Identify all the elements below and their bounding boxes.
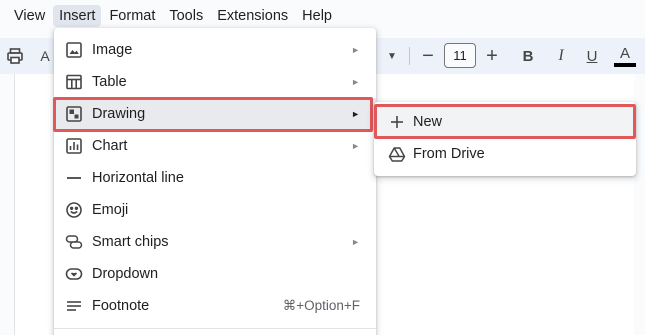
menu-item-smart-chips[interactable]: Smart chips ► (54, 226, 376, 258)
menu-format[interactable]: Format (103, 5, 161, 27)
smart-chips-icon (65, 233, 83, 251)
menu-item-label: Dropdown (92, 266, 159, 282)
text-color-button[interactable]: A (613, 38, 637, 74)
submenu-item-label: New (413, 114, 443, 130)
image-icon (65, 41, 83, 59)
submenu-item-label: From Drive (413, 146, 485, 162)
menu-tools[interactable]: Tools (163, 5, 209, 27)
menu-item-horizontal-line[interactable]: Horizontal line (54, 162, 376, 194)
menu-item-dropdown[interactable]: Dropdown (54, 258, 376, 290)
bold-button[interactable]: B (519, 38, 537, 74)
menu-item-table[interactable]: Table ► (54, 66, 376, 98)
menu-item-drawing[interactable]: Drawing ► (54, 98, 376, 130)
submenu-item-new[interactable]: New (374, 106, 636, 138)
submenu-arrow-icon: ► (351, 237, 360, 247)
menu-view[interactable]: View (8, 5, 51, 27)
text-color-glyph: A (619, 45, 630, 62)
table-icon (65, 73, 83, 91)
italic-button[interactable]: I (552, 38, 570, 74)
menu-item-label: Table (92, 74, 127, 90)
menu-help[interactable]: Help (296, 5, 338, 27)
submenu-arrow-icon: ► (351, 141, 360, 151)
drive-icon (388, 145, 406, 163)
emoji-icon (65, 201, 83, 219)
menu-item-label: Drawing (92, 106, 146, 122)
submenu-arrow-icon: ► (351, 77, 360, 87)
menu-extensions[interactable]: Extensions (211, 5, 294, 27)
horizontal-line-icon (65, 169, 83, 187)
menu-item-label: Image (92, 42, 133, 58)
font-caret-icon[interactable]: ▼ (384, 38, 400, 74)
menu-item-label: Footnote (92, 298, 150, 314)
submenu-item-from-drive[interactable]: From Drive (374, 138, 636, 170)
drawing-icon (65, 105, 83, 123)
footnote-shortcut: ⌘+Option+F (282, 298, 360, 313)
print-icon[interactable] (4, 38, 26, 74)
menu-item-chart[interactable]: Chart ► (54, 130, 376, 162)
menu-item-label: Smart chips (92, 234, 169, 250)
decrease-font-size-button[interactable]: − (418, 38, 438, 74)
spellcheck-glyph: A (40, 48, 50, 64)
menu-item-label: Horizontal line (92, 170, 184, 186)
text-color-swatch (614, 63, 636, 67)
font-size-field[interactable]: 11 (444, 43, 476, 68)
spellcheck-icon[interactable]: A (34, 38, 56, 74)
menu-item-image[interactable]: Image ► (54, 34, 376, 66)
menu-item-emoji[interactable]: Emoji (54, 194, 376, 226)
menu-item-footnote[interactable]: Footnote ⌘+Option+F (54, 290, 376, 322)
submenu-arrow-icon: ► (351, 45, 360, 55)
underline-button[interactable]: U (583, 38, 601, 74)
menu-divider (54, 328, 376, 329)
footnote-icon (65, 297, 83, 315)
submenu-arrow-icon: ► (351, 109, 360, 119)
drawing-submenu: New From Drive (374, 102, 636, 176)
dropdown-icon (65, 265, 83, 283)
insert-menu: Image ► Table ► Drawing ► Chart ► Horizo… (54, 28, 376, 335)
chart-icon (65, 137, 83, 155)
menu-insert[interactable]: Insert (53, 5, 102, 27)
menu-item-label: Emoji (92, 202, 129, 218)
increase-font-size-button[interactable]: + (482, 38, 502, 74)
docs-window: View Insert Format Tools Extensions Help… (0, 0, 645, 335)
toolbar-divider (409, 47, 410, 65)
menu-item-label: Chart (92, 138, 128, 154)
plus-icon (388, 113, 406, 131)
